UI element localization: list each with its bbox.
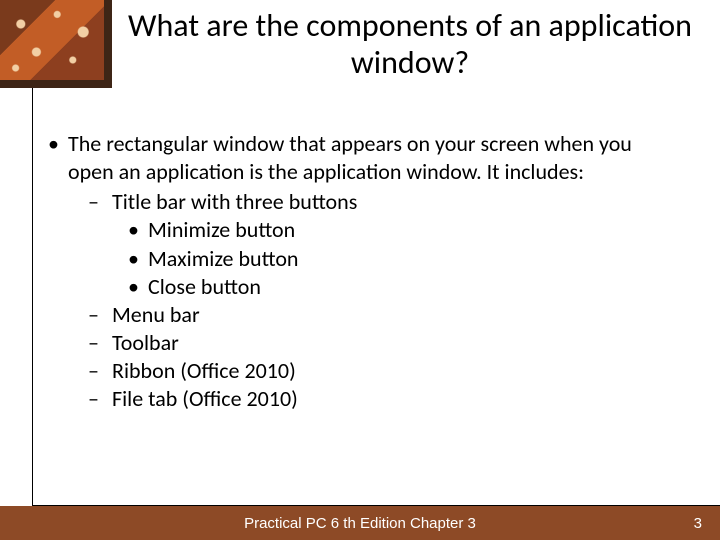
bullet-subitem: Close button <box>148 273 680 301</box>
slide-body: The rectangular window that appears on y… <box>44 130 680 414</box>
page-number: 3 <box>694 515 702 532</box>
slide-footer: Practical PC 6 th Edition Chapter 3 3 <box>0 506 720 540</box>
bullet-item-text: Title bar with three buttons <box>112 188 357 215</box>
bullet-item: File tab (Office 2010) <box>112 385 680 413</box>
vertical-rule <box>32 88 33 505</box>
bullet-item: Toolbar <box>112 329 680 357</box>
bullet-subitem: Maximize button <box>148 245 680 273</box>
decorative-image <box>0 0 112 88</box>
bullet-main: The rectangular window that appears on y… <box>68 130 680 414</box>
footer-text: Practical PC 6 th Edition Chapter 3 <box>0 515 720 532</box>
bullet-item: Title bar with three buttons Minimize bu… <box>112 188 680 301</box>
bullet-subitem: Minimize button <box>148 216 680 244</box>
slide-title: What are the components of an applicatio… <box>120 8 700 82</box>
bullet-item: Menu bar <box>112 301 680 329</box>
bullet-item: Ribbon (Office 2010) <box>112 357 680 385</box>
bullet-main-text: The rectangular window that appears on y… <box>68 130 632 185</box>
